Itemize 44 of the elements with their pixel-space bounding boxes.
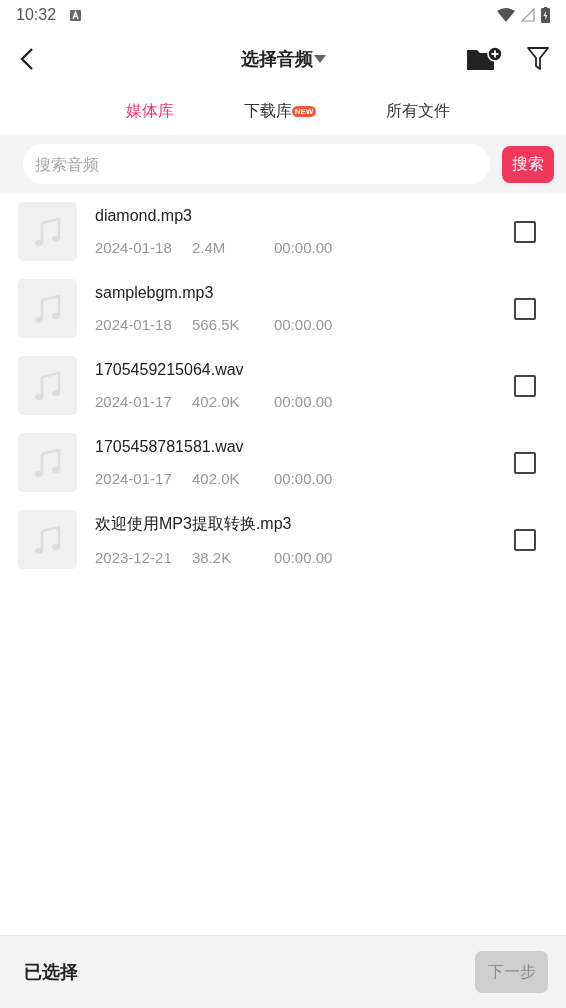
file-duration: 00:00.00 <box>274 393 333 410</box>
file-duration: 00:00.00 <box>274 316 333 333</box>
selected-label: 已选择 <box>24 960 78 984</box>
file-date: 2024-01-17 <box>95 393 173 410</box>
signal-icon <box>521 8 535 22</box>
checkbox[interactable] <box>514 374 536 397</box>
file-size: 402.0K <box>192 393 241 410</box>
page-title[interactable]: 选择音频 <box>240 47 313 71</box>
file-duration: 00:00.00 <box>274 470 333 487</box>
file-name: 1705459215064.wav <box>95 361 245 379</box>
file-name: samplebgm.mp3 <box>95 284 215 302</box>
tab[interactable]: 下载库 NEW <box>233 97 327 126</box>
file-duration: 00:00.00 <box>274 239 333 256</box>
file-name: 1705458781581.wav <box>95 438 245 456</box>
status-time: 10:32 <box>16 6 57 24</box>
file-size: 38.2K <box>192 548 233 566</box>
keyboard-icon <box>70 9 82 21</box>
checkbox[interactable] <box>514 451 536 474</box>
tab[interactable]: 所有文件 <box>376 97 461 126</box>
search-field[interactable]: 搜索音频 <box>23 144 490 184</box>
file-date: 2024-01-18 <box>95 239 173 256</box>
file-name: diamond.mp3 <box>95 207 193 225</box>
new-badge: NEW <box>291 106 317 117</box>
tab[interactable]: 媒体库 <box>115 97 184 126</box>
wifi-icon <box>497 8 515 22</box>
file-name: 欢迎使用MP3提取转换.mp3 <box>95 513 293 534</box>
file-size: 566.5K <box>192 316 241 333</box>
file-size: 402.0K <box>192 470 241 487</box>
file-date: 2024-01-18 <box>95 316 173 333</box>
file-date: 2024-01-17 <box>95 470 173 487</box>
checkbox[interactable] <box>514 220 536 243</box>
battery-icon <box>541 7 550 23</box>
music-thumbnail <box>18 356 77 415</box>
checkbox[interactable] <box>514 528 536 551</box>
music-thumbnail <box>18 433 77 492</box>
dropdown-caret-icon[interactable] <box>313 55 326 63</box>
file-size: 2.4M <box>192 239 227 256</box>
music-thumbnail <box>18 510 77 569</box>
music-thumbnail <box>18 202 77 261</box>
file-duration: 00:00.00 <box>274 548 333 566</box>
checkbox[interactable] <box>514 297 536 320</box>
music-thumbnail <box>18 279 77 338</box>
search-button[interactable]: 搜索 <box>502 145 554 183</box>
file-date: 2023-12-21 <box>95 548 173 566</box>
